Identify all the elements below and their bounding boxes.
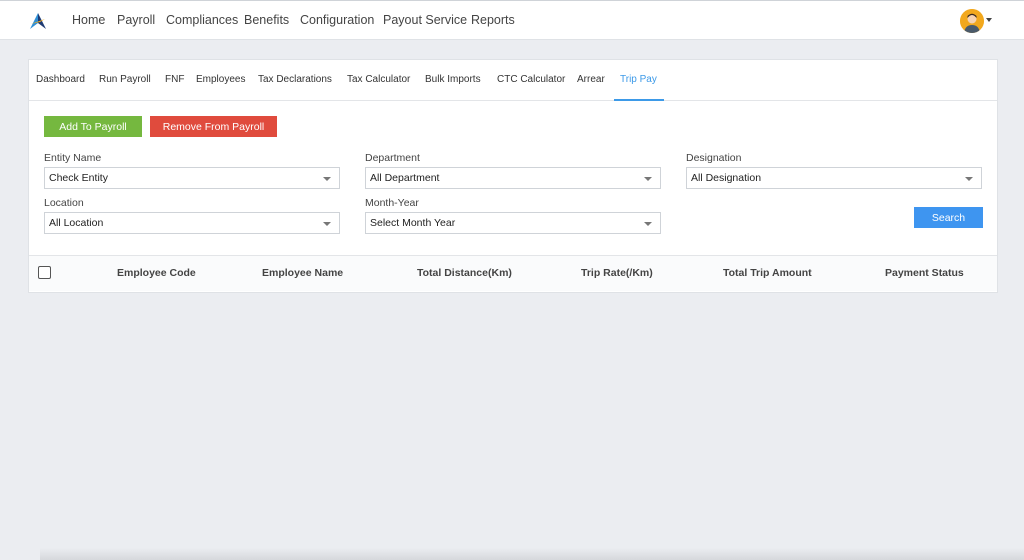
add-to-payroll-button[interactable]: Add To Payroll <box>44 116 142 137</box>
chevron-down-icon <box>323 222 331 226</box>
tab-trip-pay[interactable]: Trip Pay <box>620 74 657 85</box>
column-payment-status: Payment Status <box>885 267 964 279</box>
brand-logo-icon[interactable] <box>28 12 48 30</box>
tab-bar: Dashboard Run Payroll FNF Employees Tax … <box>29 60 997 101</box>
search-button[interactable]: Search <box>914 207 983 228</box>
column-trip-rate: Trip Rate(/Km) <box>581 267 653 279</box>
department-label: Department <box>365 152 420 164</box>
location-select[interactable]: All Location <box>44 212 340 234</box>
designation-value: All Designation <box>691 172 762 184</box>
entity-name-label: Entity Name <box>44 152 102 164</box>
designation-label: Designation <box>686 152 742 164</box>
location-value: All Location <box>49 217 104 229</box>
chevron-down-icon <box>323 177 331 181</box>
entity-name-value: Check Entity <box>49 172 108 184</box>
trip-pay-panel: Dashboard Run Payroll FNF Employees Tax … <box>28 59 998 293</box>
chevron-down-icon[interactable] <box>986 18 992 22</box>
nav-item-benefits[interactable]: Benefits <box>244 13 289 27</box>
designation-select[interactable]: All Designation <box>686 167 982 189</box>
tab-employees[interactable]: Employees <box>196 74 245 85</box>
table-header: Employee Code Employee Name Total Distan… <box>29 255 997 291</box>
department-value: All Department <box>370 172 440 184</box>
department-select[interactable]: All Department <box>365 167 661 189</box>
tab-ctc-calculator[interactable]: CTC Calculator <box>497 74 565 85</box>
tab-bulk-imports[interactable]: Bulk Imports <box>425 74 481 85</box>
column-total-trip-amount: Total Trip Amount <box>723 267 812 279</box>
tab-fnf[interactable]: FNF <box>165 74 184 85</box>
tab-arrear[interactable]: Arrear <box>577 74 605 85</box>
bottom-shadow <box>40 548 1024 560</box>
month-year-select[interactable]: Select Month Year <box>365 212 661 234</box>
entity-name-select[interactable]: Check Entity <box>44 167 340 189</box>
chevron-down-icon <box>965 177 973 181</box>
remove-from-payroll-button[interactable]: Remove From Payroll <box>150 116 277 137</box>
nav-item-configuration[interactable]: Configuration <box>300 13 374 27</box>
nav-item-reports[interactable]: Reports <box>471 13 515 27</box>
location-label: Location <box>44 197 84 209</box>
active-tab-indicator <box>614 99 664 101</box>
nav-item-payout-service[interactable]: Payout Service <box>383 13 467 27</box>
column-employee-code: Employee Code <box>117 267 196 279</box>
month-year-label: Month-Year <box>365 197 419 209</box>
user-avatar-icon[interactable] <box>960 9 984 33</box>
nav-item-home[interactable]: Home <box>72 13 105 27</box>
select-all-checkbox[interactable] <box>38 266 51 279</box>
nav-item-payroll[interactable]: Payroll <box>117 13 155 27</box>
chevron-down-icon <box>644 177 652 181</box>
nav-item-compliances[interactable]: Compliances <box>166 13 238 27</box>
tab-run-payroll[interactable]: Run Payroll <box>99 74 151 85</box>
top-navbar: Home Payroll Compliances Benefits Config… <box>0 0 1024 40</box>
column-employee-name: Employee Name <box>262 267 344 279</box>
tab-tax-calculator[interactable]: Tax Calculator <box>347 74 410 85</box>
chevron-down-icon <box>644 222 652 226</box>
month-year-value: Select Month Year <box>370 217 456 229</box>
tab-tax-declarations[interactable]: Tax Declarations <box>258 74 332 85</box>
column-total-distance: Total Distance(Km) <box>417 267 512 279</box>
tab-dashboard[interactable]: Dashboard <box>36 74 85 85</box>
